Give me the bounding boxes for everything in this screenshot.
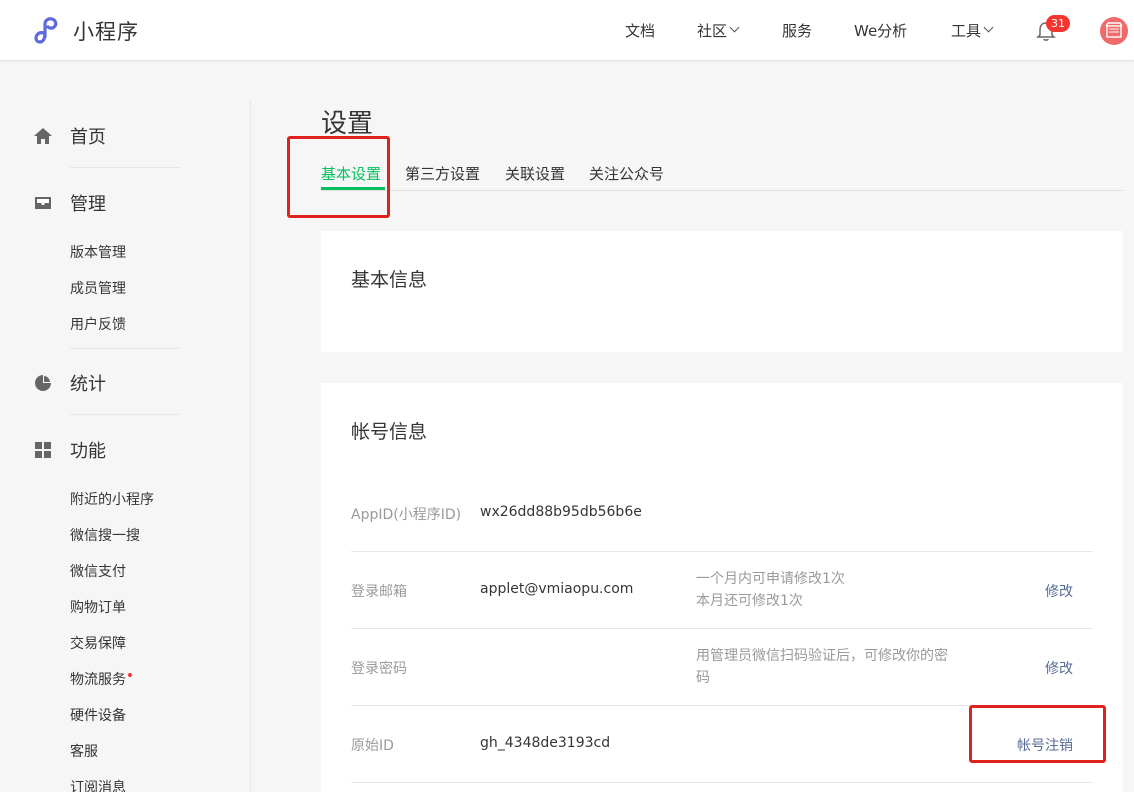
nav-services[interactable]: 服务 [782, 0, 812, 61]
original-id-value: gh_4348de3193cd [480, 735, 611, 751]
sidebar-item-stats[interactable]: 统计 [32, 370, 106, 396]
sidebar-item-pay[interactable]: 微信支付 [70, 561, 126, 581]
edit-password-link[interactable]: 修改 [1045, 658, 1073, 678]
divider [351, 782, 1093, 783]
sidebar-item-orders[interactable]: 购物订单 [70, 597, 126, 617]
new-dot-indicator [128, 673, 132, 677]
sidebar-item-home[interactable]: 首页 [32, 123, 106, 149]
edit-email-link[interactable]: 修改 [1045, 581, 1073, 601]
sidebar-item-label: 物流服务 [70, 672, 126, 688]
avatar[interactable] [1100, 17, 1128, 45]
logo-text: 小程序 [73, 20, 139, 44]
section-title: 基本信息 [351, 269, 428, 291]
tab-association[interactable]: 关联设置 [505, 163, 565, 184]
nav-we-analytics-label: We分析 [854, 22, 908, 40]
sidebar-item-hardware[interactable]: 硬件设备 [70, 705, 126, 725]
password-desc-line: 用管理员微信扫码验证后，可修改你的密 [696, 648, 948, 664]
basic-info-card: 基本信息 [321, 231, 1123, 352]
tab-follow-official[interactable]: 关注公众号 [589, 163, 664, 184]
sidebar-item-manage[interactable]: 管理 [32, 190, 106, 216]
sidebar-item-trade-guarantee[interactable]: 交易保障 [70, 633, 126, 653]
section-title: 帐号信息 [351, 421, 428, 443]
sidebar-item-customer-service[interactable]: 客服 [70, 741, 98, 761]
chevron-down-icon [983, 22, 994, 33]
email-desc-line: 一个月内可申请修改1次 [696, 571, 845, 587]
appid-value: wx26dd88b95db56b6e [480, 504, 642, 520]
miniprogram-logo-icon [34, 17, 58, 44]
sidebar-item-label: 首页 [70, 127, 106, 148]
nav-community[interactable]: 社区 [697, 0, 740, 61]
nav-tools[interactable]: 工具 [951, 0, 994, 61]
annotation-highlight-box [287, 136, 390, 218]
nav-community-label: 社区 [697, 22, 728, 40]
password-desc-line: 码 [696, 670, 710, 686]
page-title: 设置 [321, 109, 374, 139]
nav-docs[interactable]: 文档 [625, 0, 655, 61]
chevron-down-icon [729, 22, 740, 33]
password-desc: 用管理员微信扫码验证后，可修改你的密 码 [696, 645, 948, 689]
logo[interactable]: 小程序 [33, 16, 139, 46]
email-desc-line: 本月还可修改1次 [696, 593, 803, 609]
sidebar-item-label: 统计 [70, 374, 106, 395]
divider [70, 414, 180, 415]
notification-badge: 31 [1046, 15, 1070, 32]
sidebar-item-logistics[interactable]: 物流服务 [70, 669, 132, 689]
nav-tools-label: 工具 [951, 22, 982, 40]
password-label: 登录密码 [351, 661, 407, 677]
sidebar-item-label: 功能 [70, 441, 106, 462]
sidebar-item-search[interactable]: 微信搜一搜 [70, 525, 140, 545]
settings-tabs: 基本设置 第三方设置 关联设置 关注公众号 [321, 163, 1123, 191]
grid-icon [35, 442, 51, 458]
nav-docs-label: 文档 [625, 22, 656, 40]
sidebar-item-nearby[interactable]: 附近的小程序 [70, 489, 154, 509]
appid-label: AppID(小程序ID) [351, 507, 462, 523]
store-icon [1105, 22, 1123, 38]
email-label: 登录邮箱 [351, 584, 407, 600]
nav-services-label: 服务 [782, 22, 813, 40]
sidebar-item-feedback[interactable]: 用户反馈 [70, 314, 126, 334]
annotation-highlight-box [969, 705, 1106, 763]
inbox-icon [35, 197, 51, 209]
home-icon [34, 128, 52, 144]
nav-we-analytics[interactable]: We分析 [854, 0, 907, 61]
sidebar-item-features[interactable]: 功能 [32, 437, 106, 463]
divider [351, 628, 1093, 629]
divider [70, 348, 180, 349]
sidebar-divider [250, 100, 251, 792]
sidebar-item-label: 管理 [70, 194, 106, 215]
email-desc: 一个月内可申请修改1次 本月还可修改1次 [696, 568, 845, 612]
divider [351, 551, 1093, 552]
pie-chart-icon [35, 375, 51, 391]
sidebar-item-versions[interactable]: 版本管理 [70, 242, 126, 262]
divider [70, 167, 180, 168]
original-id-label: 原始ID [351, 738, 394, 754]
top-navbar: 小程序 文档 社区 服务 We分析 工具 31 [0, 0, 1134, 61]
sidebar-item-subscribe-msg[interactable]: 订阅消息 [70, 777, 126, 792]
sidebar-item-members[interactable]: 成员管理 [70, 278, 126, 298]
email-value: applet@vmiaopu.com [480, 581, 634, 597]
tab-third-party[interactable]: 第三方设置 [405, 163, 480, 184]
